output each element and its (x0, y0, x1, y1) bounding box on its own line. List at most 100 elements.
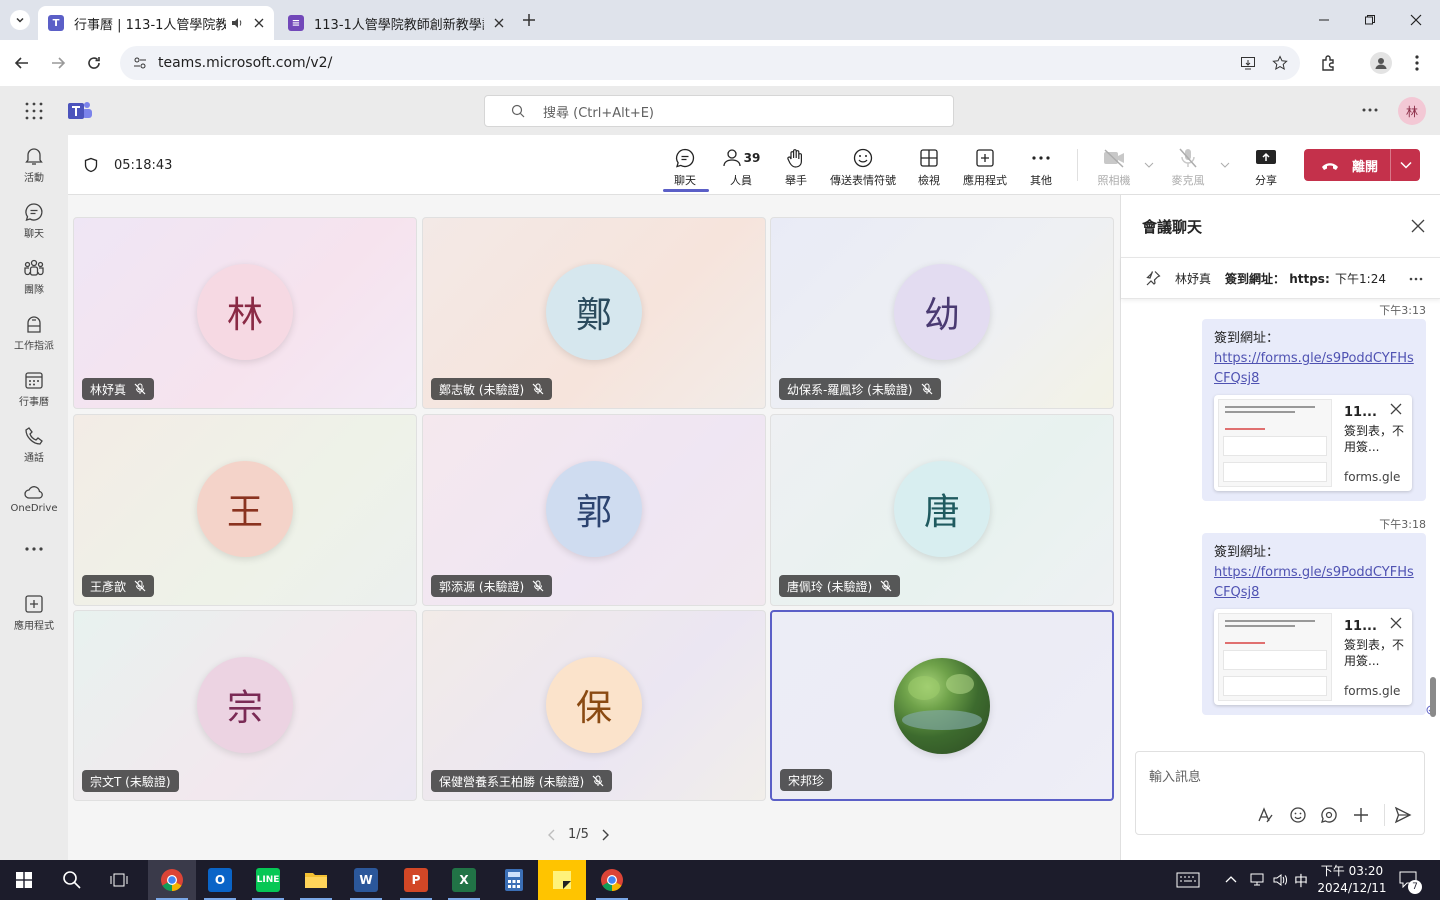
link-preview-card[interactable]: 11... 簽到表，不用簽... forms.gle (1214, 395, 1412, 491)
taskbar-app-word[interactable]: W (342, 860, 390, 900)
install-app-icon[interactable] (1240, 55, 1256, 71)
loop-icon[interactable] (1320, 806, 1338, 824)
chat-message[interactable]: 簽到網址： https://forms.gle/s9PoddCYFHsCFQsj… (1202, 319, 1426, 501)
rail-item-apps[interactable]: 應用程式 (0, 593, 68, 632)
leave-button[interactable]: 離開 (1304, 149, 1420, 181)
system-clock[interactable]: 下午 03:20 2024/12/11 (1316, 863, 1388, 897)
taskbar-search-icon[interactable] (62, 870, 82, 890)
participant-tile[interactable]: 鄭鄭志敏 (未驗證) (422, 217, 766, 409)
volume-icon[interactable] (1272, 872, 1288, 888)
participant-name-tag: 鄭志敏 (未驗證) (431, 378, 553, 400)
message-link[interactable]: https://forms.gle/s9PoddCYFHsCFQsj8 (1214, 351, 1414, 386)
show-hidden-icons-chevron[interactable] (1225, 875, 1237, 883)
pinned-message[interactable]: 林妤真 簽到網址： https:... 下午1:24 (1121, 257, 1440, 299)
rail-item-more[interactable] (0, 547, 68, 551)
taskbar-app-powerpoint[interactable]: P (392, 860, 440, 900)
camera-options-chevron-icon[interactable] (1144, 161, 1154, 169)
settings-more-icon[interactable] (1362, 108, 1378, 112)
video-gallery: 林林妤真鄭鄭志敏 (未驗證) 幼幼保系-羅鳳珍 (未驗證) 王王彥歆郭郭添源 (未驗… (68, 195, 1120, 860)
new-tab-icon[interactable] (521, 12, 537, 28)
message-link[interactable]: https://forms.gle/s9PoddCYFHsCFQsj8 (1214, 565, 1414, 600)
taskbar-app-explorer[interactable] (292, 860, 340, 900)
rail-item-assignments[interactable]: 工作指派 (0, 313, 68, 352)
prev-page-icon[interactable] (548, 829, 556, 841)
taskbar-app-line[interactable]: LINE (244, 860, 292, 900)
chat-scrollbar[interactable] (1430, 677, 1436, 717)
user-avatar[interactable]: 林 (1398, 97, 1426, 125)
toolbar-mic-button[interactable]: 麥克風 (1170, 147, 1206, 188)
taskbar-app-chrome-2[interactable] (588, 860, 636, 900)
participant-tile[interactable]: 宋邦珍 (770, 610, 1114, 801)
participant-tile[interactable]: 王王彥歆 (73, 414, 417, 606)
browser-tab-calendar[interactable]: T 行事曆 | 113-1人管學院教師 (38, 6, 274, 40)
meeting-info-shield-icon[interactable] (83, 157, 99, 173)
send-icon[interactable] (1394, 806, 1412, 824)
rail-item-calls[interactable]: 通話 (0, 425, 68, 464)
link-preview-card[interactable]: 11... 簽到表，不用簽... forms.gle (1214, 609, 1412, 705)
back-icon[interactable] (14, 55, 30, 71)
forward-icon[interactable] (50, 55, 66, 71)
participant-tile[interactable]: 幼幼保系-羅鳳珍 (未驗證) (770, 217, 1114, 409)
teams-search-input[interactable]: 搜尋 (Ctrl+Alt+E) (484, 95, 954, 127)
rail-item-teams[interactable]: 團隊 (0, 257, 68, 296)
mic-options-chevron-icon[interactable] (1220, 161, 1230, 169)
tab-audio-icon[interactable] (230, 16, 244, 30)
toolbar-label: 舉手 (785, 174, 807, 187)
rail-item-onedrive[interactable]: OneDrive (0, 483, 68, 514)
tab-close-icon[interactable] (254, 18, 264, 28)
minimize-icon[interactable] (1318, 14, 1330, 26)
taskbar-app-calculator[interactable] (490, 860, 538, 900)
network-icon[interactable] (1248, 872, 1266, 888)
restore-icon[interactable] (1364, 14, 1376, 26)
taskbar-app-excel[interactable]: X (440, 860, 488, 900)
rail-item-calendar[interactable]: 行事曆 (0, 369, 68, 408)
browser-tab-forms[interactable]: ≡ 113-1人管學院教師創新教學講 (278, 6, 514, 40)
ime-indicator[interactable]: 中 (1294, 871, 1308, 891)
browser-menu-icon[interactable] (1414, 54, 1420, 72)
participant-tile[interactable]: 宗宗文T (未驗證) (73, 610, 417, 801)
emoji-icon[interactable] (1289, 806, 1307, 824)
keyboard-layout-icon[interactable] (1176, 872, 1200, 888)
format-icon[interactable] (1256, 806, 1274, 824)
close-window-icon[interactable] (1410, 14, 1422, 26)
chat-compose-box[interactable]: 輸入訊息 (1135, 751, 1425, 835)
pinned-more-icon[interactable] (1409, 277, 1423, 281)
site-info-icon[interactable] (132, 55, 148, 71)
toolbar-chat-button[interactable]: 聊天 (663, 147, 709, 192)
address-bar[interactable]: teams.microsoft.com/v2/ (120, 46, 1300, 80)
tab-close-icon[interactable] (494, 18, 504, 28)
next-page-icon[interactable] (601, 829, 609, 841)
taskbar-app-sticky-notes[interactable] (538, 860, 586, 900)
taskbar-app-chrome[interactable] (148, 860, 196, 900)
profile-icon[interactable] (1370, 52, 1392, 74)
participant-tile[interactable]: 郭郭添源 (未驗證) (422, 414, 766, 606)
toolbar-view-button[interactable]: 檢視 (917, 147, 941, 188)
taskbar-app-outlook[interactable]: O (196, 860, 244, 900)
chat-message[interactable]: 簽到網址： https://forms.gle/s9PoddCYFHsCFQsj… (1202, 533, 1426, 715)
toolbar-people-button[interactable]: 39 人員 (722, 147, 760, 188)
task-view-icon[interactable] (110, 871, 128, 889)
remove-preview-icon[interactable] (1390, 617, 1402, 629)
toolbar-react-button[interactable]: 傳送表情符號 (830, 147, 896, 188)
toolbar-apps-button[interactable]: 應用程式 (962, 147, 1008, 188)
extensions-icon[interactable] (1320, 54, 1338, 72)
attach-plus-icon[interactable] (1352, 806, 1370, 824)
toolbar-share-button[interactable]: 分享 (1254, 147, 1278, 188)
remove-preview-icon[interactable] (1390, 403, 1402, 415)
toolbar-camera-button[interactable]: 照相機 (1096, 147, 1132, 188)
leave-options-chevron-icon[interactable] (1400, 161, 1412, 169)
rail-item-chat[interactable]: 聊天 (0, 201, 68, 240)
reload-icon[interactable] (86, 55, 102, 71)
participant-tile[interactable]: 林林妤真 (73, 217, 417, 409)
participant-tile[interactable]: 保保健營養系王柏勝 (未驗證) (422, 610, 766, 801)
app-launcher-icon[interactable] (25, 102, 43, 120)
bookmark-star-icon[interactable] (1272, 55, 1288, 71)
tab-search-chevron-icon[interactable] (10, 10, 30, 30)
close-icon[interactable] (1411, 219, 1425, 233)
windows-start-icon[interactable] (16, 872, 32, 888)
toolbar-more-button[interactable]: 其他 (1029, 147, 1053, 188)
pinned-time: 下午1:24 (1335, 271, 1386, 286)
participant-tile[interactable]: 唐唐佩玲 (未驗證) (770, 414, 1114, 606)
toolbar-raise-hand-button[interactable]: 舉手 (784, 147, 808, 188)
rail-item-activity[interactable]: 活動 (0, 145, 68, 184)
